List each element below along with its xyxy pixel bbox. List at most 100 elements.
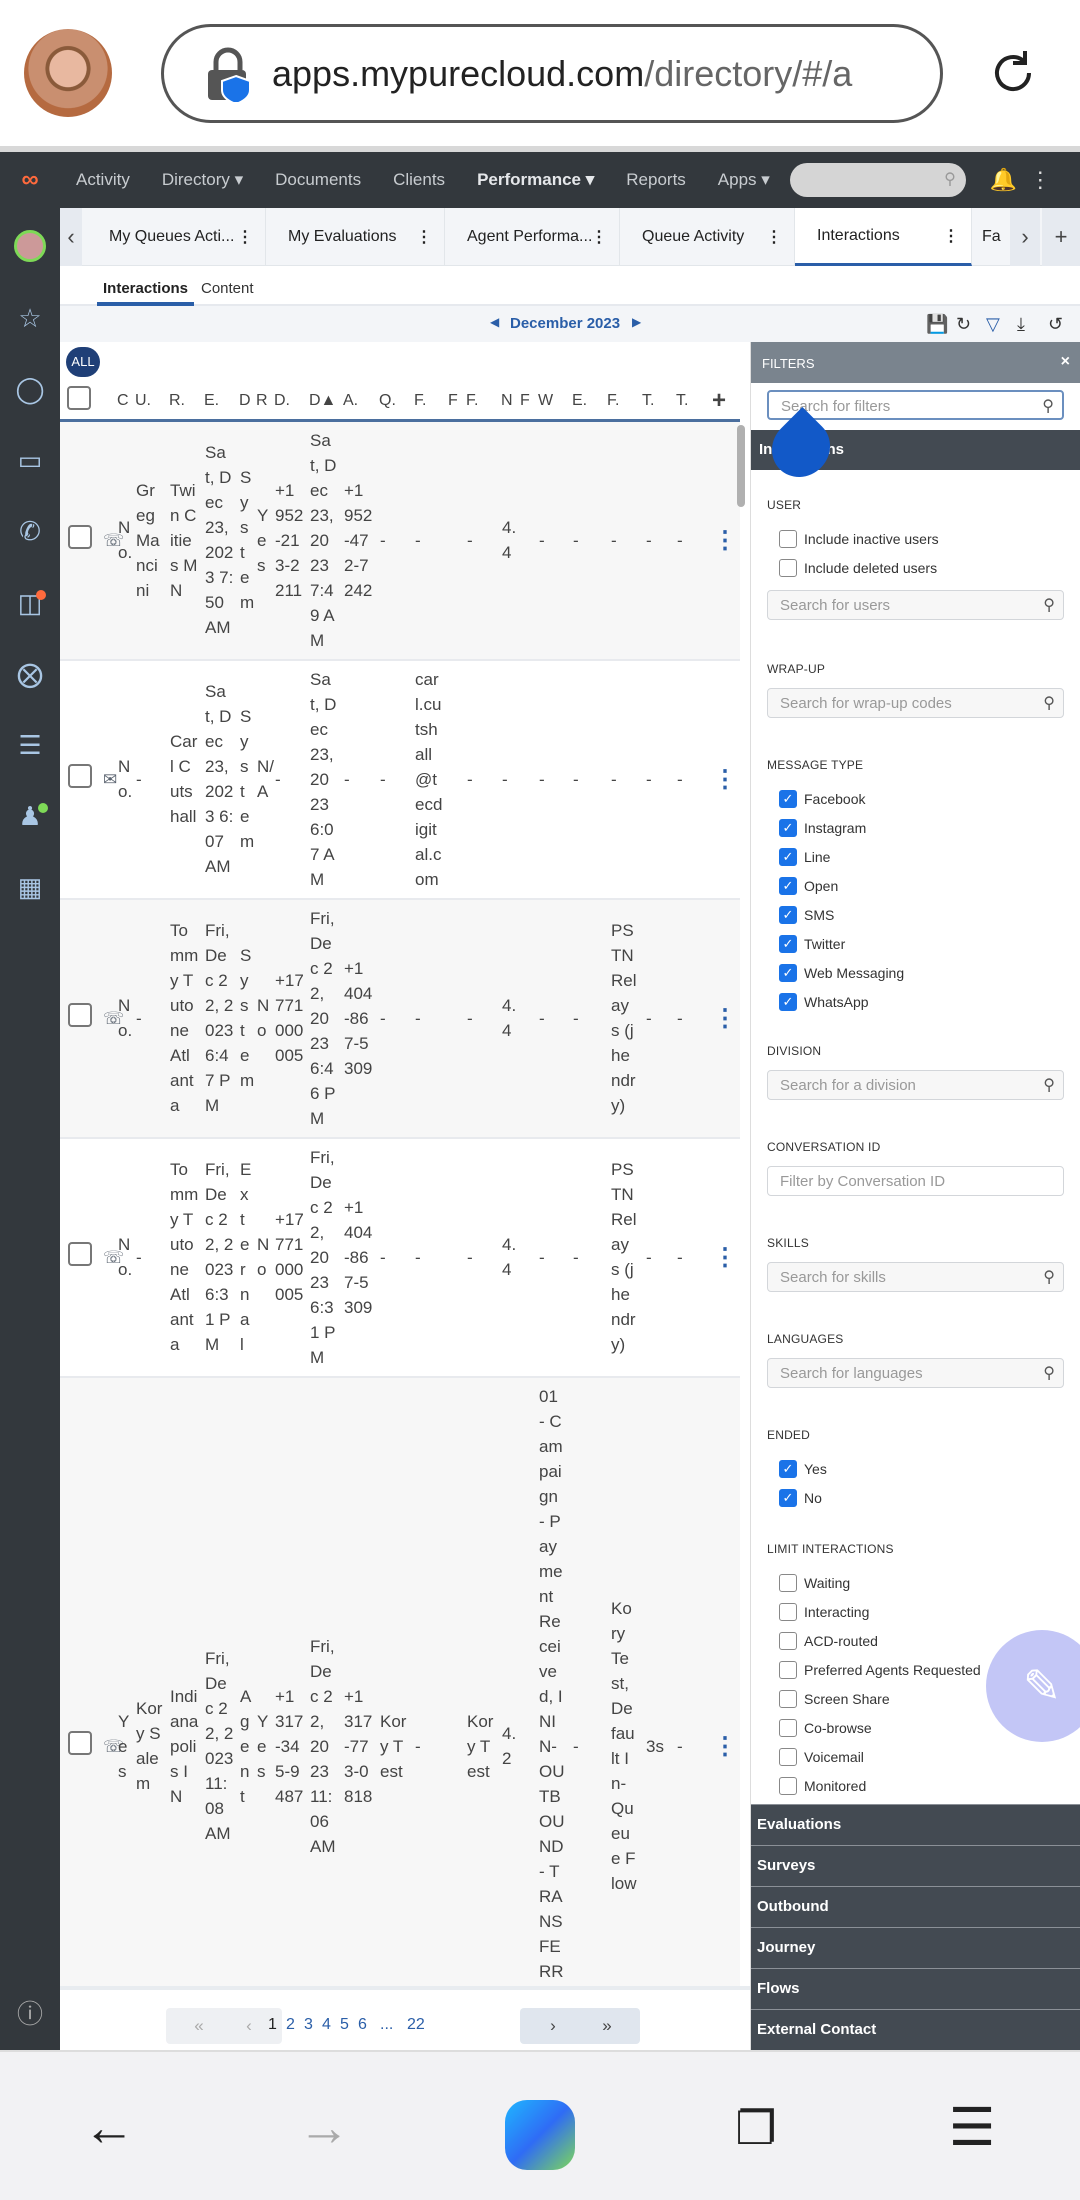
column-header[interactable]: D: [237, 383, 254, 422]
table-row[interactable]: ✉ No. - Carl Cutshall Sat, Dec 23, 2023 6:07…: [60, 660, 740, 899]
prev-month-icon[interactable]: ◀: [490, 315, 499, 329]
section-journey[interactable]: Journey: [751, 1927, 1080, 1968]
column-header[interactable]: A.: [341, 383, 377, 422]
tabs-icon[interactable]: ❐: [716, 2100, 796, 2156]
checkbox-sms[interactable]: ✓ SMS: [779, 900, 1080, 929]
star-icon[interactable]: ☆: [0, 303, 60, 334]
checkbox-yes[interactable]: ✓ Yes: [779, 1454, 1080, 1483]
checkbox-box[interactable]: ✓: [779, 905, 797, 924]
page-number[interactable]: 1: [268, 2016, 277, 2034]
checkbox-line[interactable]: ✓ Line: [779, 842, 1080, 871]
column-header[interactable]: F.: [412, 383, 446, 422]
reload-icon[interactable]: [985, 45, 1041, 101]
tab-scroll-right-icon[interactable]: ›: [1010, 208, 1040, 266]
checkbox-no[interactable]: ✓ No: [779, 1483, 1080, 1512]
page-number[interactable]: 2: [286, 2016, 295, 2034]
column-header[interactable]: F: [518, 383, 536, 422]
page-number[interactable]: 6: [358, 2016, 367, 2034]
tab-fa[interactable]: Fa: [972, 208, 1012, 266]
checkbox-box[interactable]: [779, 1602, 797, 1621]
section-interactions[interactable]: Interactions: [751, 406, 1080, 490]
all-filter-badge[interactable]: ALL: [66, 347, 100, 377]
checkbox-box[interactable]: [779, 1660, 797, 1679]
tab-my-evaluations[interactable]: My Evaluations ⋮: [266, 208, 445, 266]
checkbox-whatsapp[interactable]: ✓ WhatsApp: [779, 987, 1080, 1016]
column-header[interactable]: W: [536, 383, 570, 422]
genesys-logo-icon[interactable]: ∞: [0, 166, 60, 194]
checkbox-include-inactive-users[interactable]: Include inactive users: [779, 524, 1080, 553]
row-menu-icon[interactable]: ⋮: [710, 660, 740, 899]
row-menu-icon[interactable]: ⋮: [710, 420, 740, 660]
tab-menu-icon[interactable]: ⋮: [237, 227, 253, 247]
column-header[interactable]: T.: [640, 383, 674, 422]
wrapup-search-input[interactable]: Search for wrap-up codes ⚲: [767, 688, 1064, 718]
checkbox-box[interactable]: [779, 1776, 797, 1795]
phone-icon[interactable]: ✆: [0, 516, 60, 547]
tab-my-queues-activity[interactable]: My Queues Acti... ⋮: [87, 208, 266, 266]
subtab-interactions[interactable]: Interactions: [97, 280, 195, 306]
list-icon[interactable]: ☰: [0, 730, 60, 761]
division-search-input[interactable]: Search for a division ⚲: [767, 1070, 1064, 1100]
column-header[interactable]: D.: [272, 383, 307, 422]
checkbox-box[interactable]: ✓: [779, 963, 797, 982]
checkbox-waiting[interactable]: Waiting: [779, 1568, 1080, 1597]
download-icon[interactable]: ⤓: [1017, 314, 1025, 335]
column-header[interactable]: F.: [464, 383, 499, 422]
column-header[interactable]: F: [446, 383, 464, 422]
column-header[interactable]: Q.: [377, 383, 412, 422]
checkbox-monitored[interactable]: Monitored: [779, 1771, 1080, 1800]
user-avatar[interactable]: [0, 230, 60, 262]
profile-avatar[interactable]: [24, 29, 112, 117]
checkbox-box[interactable]: [779, 1631, 797, 1650]
video-icon[interactable]: ▭: [0, 445, 60, 476]
row-checkbox[interactable]: [60, 1138, 100, 1377]
last-page-button[interactable]: »: [574, 2008, 640, 2044]
close-icon[interactable]: ×: [1061, 353, 1070, 371]
tab-menu-icon[interactable]: ⋮: [591, 227, 607, 247]
page-number[interactable]: 4: [322, 2016, 331, 2034]
row-checkbox[interactable]: [60, 420, 100, 660]
checkbox-box[interactable]: ✓: [779, 992, 797, 1011]
page-number[interactable]: 5: [340, 2016, 349, 2034]
checkbox-include-deleted-users[interactable]: Include deleted users: [779, 553, 1080, 582]
checkbox-box[interactable]: ✓: [779, 847, 797, 866]
nav-activity[interactable]: Activity: [60, 170, 146, 190]
page-number[interactable]: ...: [380, 2016, 393, 2034]
subtab-content[interactable]: Content: [201, 280, 254, 297]
help-icon[interactable]: ⓘ: [0, 1994, 60, 2031]
checkbox-box[interactable]: [779, 1689, 797, 1708]
forward-icon[interactable]: →: [284, 2100, 364, 2156]
tab-agent-performance[interactable]: Agent Performa... ⋮: [445, 208, 620, 266]
nav-clients[interactable]: Clients: [377, 170, 461, 190]
checkbox-twitter[interactable]: ✓ Twitter: [779, 929, 1080, 958]
checkbox-box[interactable]: ✓: [779, 876, 797, 895]
address-bar[interactable]: apps.mypurecloud.com/directory/#/a: [161, 24, 943, 123]
lifebuoy-icon[interactable]: ⨂: [0, 659, 60, 690]
checkbox-box[interactable]: ✓: [779, 1459, 797, 1478]
checkbox-instagram[interactable]: ✓ Instagram: [779, 813, 1080, 842]
column-header[interactable]: N: [499, 383, 518, 422]
people-icon[interactable]: ♟: [0, 801, 60, 832]
checkbox-box[interactable]: ✓: [779, 1488, 797, 1507]
tab-interactions[interactable]: Interactions ⋮: [795, 208, 972, 266]
filter-icon[interactable]: ▽: [986, 314, 1000, 335]
nav-performance[interactable]: Performance ▾: [461, 170, 610, 190]
section-outbound[interactable]: Outbound: [751, 1886, 1080, 1927]
column-header[interactable]: F.: [605, 383, 640, 422]
languages-search-input[interactable]: Search for languages ⚲: [767, 1358, 1064, 1388]
skills-search-input[interactable]: Search for skills ⚲: [767, 1262, 1064, 1292]
checkbox-box[interactable]: [779, 1747, 797, 1766]
checkbox-box[interactable]: ✓: [779, 789, 797, 808]
column-header[interactable]: R.: [167, 383, 202, 422]
menu-icon[interactable]: ☰: [932, 2100, 1012, 2156]
checkbox-box[interactable]: ✓: [779, 934, 797, 953]
reset-icon[interactable]: ↺: [1048, 314, 1063, 335]
select-all-checkbox[interactable]: [60, 383, 100, 422]
inbox-icon[interactable]: ◫: [0, 588, 60, 619]
checkbox-open[interactable]: ✓ Open: [779, 871, 1080, 900]
nav-reports[interactable]: Reports: [610, 170, 702, 190]
row-checkbox[interactable]: [60, 660, 100, 899]
nav-search-input[interactable]: ⚲: [789, 163, 966, 197]
page-number[interactable]: 22: [407, 2016, 425, 2034]
column-header[interactable]: U.: [133, 383, 167, 422]
